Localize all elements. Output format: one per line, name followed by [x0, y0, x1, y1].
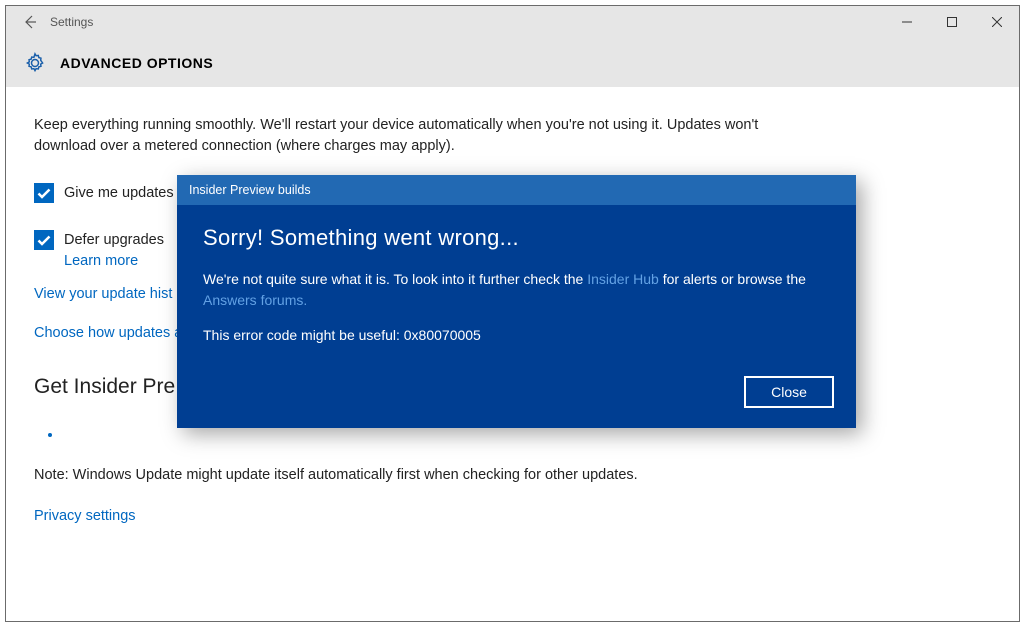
checkmark-icon: [37, 235, 51, 246]
insider-hub-link[interactable]: Insider Hub: [587, 271, 659, 287]
dialog-button-row: Close: [744, 376, 834, 408]
note-text: Note: Windows Update might update itself…: [34, 465, 991, 486]
checkbox-label-updates: Give me updates f: [64, 183, 182, 204]
learn-more-link[interactable]: Learn more: [64, 251, 164, 272]
privacy-settings-link[interactable]: Privacy settings: [34, 506, 991, 527]
maximize-icon: [947, 17, 957, 27]
header-strip: ADVANCED OPTIONS: [6, 38, 1019, 87]
maximize-button[interactable]: [929, 6, 974, 38]
minimize-button[interactable]: [884, 6, 929, 38]
page-title: ADVANCED OPTIONS: [60, 55, 213, 71]
checkbox-defer-upgrades[interactable]: [34, 230, 54, 250]
dialog-text-mid: for alerts or browse the: [659, 271, 806, 287]
titlebar: Settings: [6, 6, 1019, 38]
dialog-message: We're not quite sure what it is. To look…: [203, 269, 830, 311]
gear-icon: [24, 52, 46, 74]
checkmark-icon: [37, 188, 51, 199]
checkbox-label-defer: Defer upgrades: [64, 230, 164, 251]
answers-forums-link[interactable]: Answers forums.: [203, 292, 307, 308]
dialog-error-code: This error code might be useful: 0x80070…: [203, 325, 830, 346]
close-icon: [992, 17, 1002, 27]
back-arrow-icon: [22, 14, 38, 30]
close-dialog-button[interactable]: Close: [744, 376, 834, 408]
back-button[interactable]: [14, 6, 46, 38]
loading-spinner: [48, 433, 52, 437]
dialog-text-pre: We're not quite sure what it is. To look…: [203, 271, 587, 287]
intro-text: Keep everything running smoothly. We'll …: [34, 115, 794, 157]
dialog-title: Insider Preview builds: [177, 175, 856, 205]
app-title: Settings: [50, 15, 93, 29]
dialog-heading: Sorry! Something went wrong...: [203, 225, 830, 251]
error-dialog: Insider Preview builds Sorry! Something …: [177, 175, 856, 428]
close-button[interactable]: [974, 6, 1019, 38]
dialog-body: Sorry! Something went wrong... We're not…: [177, 205, 856, 346]
checkbox-give-updates[interactable]: [34, 183, 54, 203]
minimize-icon: [902, 17, 912, 27]
window-controls: [884, 6, 1019, 38]
